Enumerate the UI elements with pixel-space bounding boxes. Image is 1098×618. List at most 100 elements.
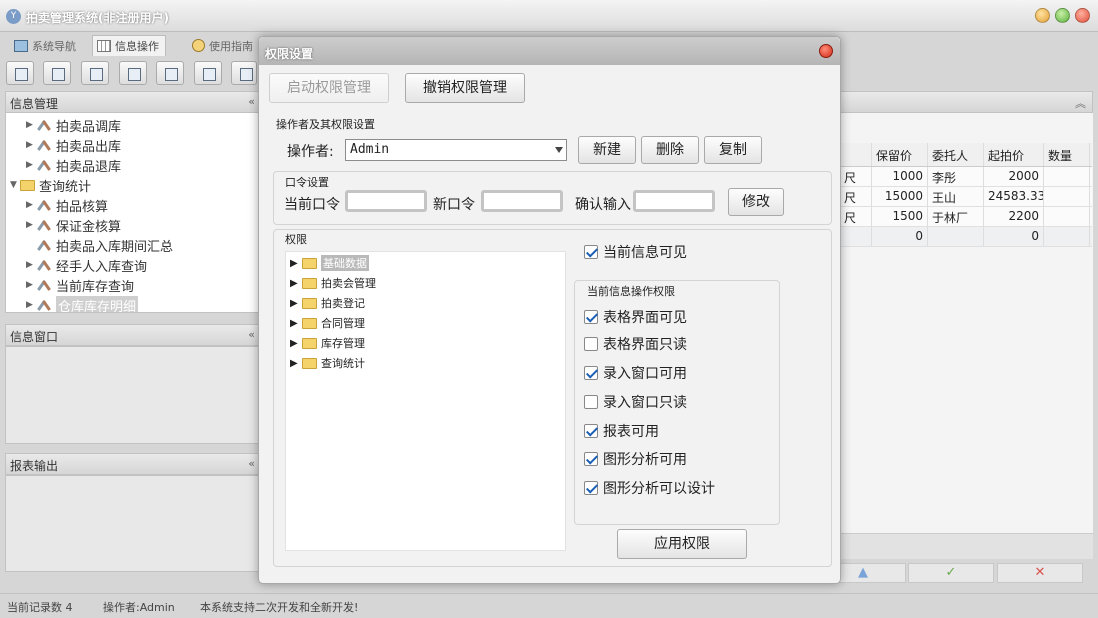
print-tool-button[interactable] — [231, 61, 257, 85]
op-checkbox[interactable]: 图形分析可以设计 — [584, 478, 715, 498]
table-row[interactable]: 尺 1500 于林厂 2200 — [840, 207, 1092, 227]
collapse-icon[interactable]: « — [248, 95, 255, 108]
info-tree: ▶ 拍卖品调库 ▶ 拍卖品出库 ▶ 拍卖品退库 ▼ 查询统计 ▶ 拍品核算 ▶ 保证金核算 … — [5, 112, 260, 313]
right-footer — [840, 533, 1093, 559]
expand-icon: ▶ — [26, 160, 33, 170]
copy-operator-button[interactable]: 复制 — [704, 136, 762, 164]
collapse-up-icon[interactable]: ︽ — [1075, 95, 1086, 111]
clock-icon — [192, 39, 205, 52]
tree-item[interactable]: ▶ 经手人入库查询 — [26, 256, 147, 275]
search-tool-button[interactable] — [6, 61, 34, 85]
op-checkbox[interactable]: 表格界面可见 — [584, 307, 687, 327]
tree-item[interactable]: ▶ 保证金核算 — [26, 216, 121, 235]
current-info-visible-checkbox[interactable]: 当前信息可见 — [584, 242, 687, 262]
folder-icon — [20, 179, 35, 191]
checkbox-unchecked-icon — [584, 337, 598, 351]
perm-tree-item[interactable]: ▶ 拍卖登记 — [290, 294, 365, 312]
delete-operator-button[interactable]: 删除 — [641, 136, 699, 164]
tree-item[interactable]: ▶ 拍卖品调库 — [26, 116, 121, 135]
revoke-permission-button[interactable]: 撤销权限管理 — [405, 73, 525, 103]
data-table: 保留价 委托人 起拍价 数量 尺 1000 李彤 2000 尺 15000 王山… — [840, 143, 1092, 247]
apply-permission-button[interactable]: 应用权限 — [617, 529, 747, 559]
tab-info-ops[interactable]: 信息操作 — [92, 35, 166, 56]
tree-item[interactable]: ▶ 拍卖品退库 — [26, 156, 121, 175]
table-row[interactable]: 尺 1000 李彤 2000 — [840, 167, 1092, 187]
perm-tree-item[interactable]: ▶ 查询统计 — [290, 354, 365, 372]
ops-group-label: 当前信息操作权限 — [587, 285, 675, 298]
list-tool-button[interactable] — [43, 61, 71, 85]
tools-icon — [38, 119, 52, 131]
current-password-input[interactable] — [345, 190, 427, 212]
tree-item[interactable]: ▶ 仓库库存明细 — [26, 295, 139, 312]
dialog-close-button[interactable] — [819, 44, 833, 58]
status-bar: 当前记录数 4 操作者:Admin 本系统支持二次开发和全新开发! — [0, 593, 1098, 618]
expand-icon: ▶ — [290, 337, 298, 349]
expand-icon: ▶ — [26, 260, 33, 270]
enable-permission-button[interactable]: 启动权限管理 — [269, 73, 389, 103]
tab-user-guide[interactable]: 使用指南 — [188, 35, 259, 56]
operator-label: 操作者: — [287, 144, 334, 160]
tree-item[interactable]: ▶ 当前库存查询 — [26, 276, 134, 295]
tree-item[interactable]: ▼ 查询统计 — [10, 176, 91, 195]
tools-icon — [38, 259, 52, 271]
table-row[interactable]: 0 0 — [840, 227, 1092, 247]
password-group-label: 口令设置 — [285, 176, 329, 189]
window-tool-button[interactable] — [156, 61, 184, 85]
table-row[interactable]: 尺 15000 王山 24583.33 — [840, 187, 1092, 207]
folder-icon — [302, 337, 317, 349]
folder-icon — [302, 317, 317, 329]
app-logo-icon: Y — [6, 9, 21, 24]
checkbox-checked-icon — [584, 366, 598, 380]
op-checkbox[interactable]: 表格界面只读 — [584, 334, 687, 354]
permission-dialog: 权限设置 启动权限管理 撤销权限管理 操作者及其权限设置 操作者: Admin … — [258, 36, 841, 584]
document-tool-button[interactable] — [81, 61, 109, 85]
info-window-area — [5, 346, 260, 444]
op-checkbox[interactable]: 图形分析可用 — [584, 449, 687, 469]
perm-tree-item[interactable]: ▶ 库存管理 — [290, 334, 365, 352]
expand-icon: ▶ — [26, 220, 33, 230]
tree-item[interactable]: ▶ 拍卖品出库 — [26, 136, 121, 155]
edit-tool-button[interactable] — [119, 61, 147, 85]
right-panel-header: ︽ — [840, 91, 1093, 113]
folder-icon — [302, 297, 317, 309]
tree-item[interactable]: ▶ 拍品核算 — [26, 196, 108, 215]
new-operator-button[interactable]: 新建 — [578, 136, 636, 164]
expand-icon: ▶ — [26, 120, 33, 130]
check-icon[interactable]: ✓ — [908, 563, 994, 583]
confirm-password-input[interactable] — [633, 190, 715, 212]
modify-password-button[interactable]: 修改 — [728, 188, 784, 216]
collapse-icon[interactable]: « — [248, 457, 255, 470]
perm-tree-item[interactable]: ▶ 基础数据 — [290, 254, 369, 272]
perm-tree-item[interactable]: ▶ 合同管理 — [290, 314, 365, 332]
export-tool-button[interactable] — [194, 61, 222, 85]
tab-system-nav[interactable]: 系统导航 — [10, 35, 82, 56]
expand-icon: ▶ — [290, 257, 298, 269]
tree-item[interactable]: 拍卖品入库期间汇总 — [26, 236, 173, 255]
checkbox-checked-icon — [584, 310, 598, 324]
close-button[interactable] — [1075, 8, 1090, 23]
x-icon[interactable]: ✕ — [997, 563, 1083, 583]
monitor-icon — [14, 39, 28, 52]
minimize-button[interactable] — [1035, 8, 1050, 23]
expand-icon: ▶ — [290, 317, 298, 329]
info-mgmt-header: 信息管理 « — [5, 91, 260, 113]
collapse-icon[interactable]: « — [248, 328, 255, 341]
op-checkbox[interactable]: 录入窗口只读 — [584, 392, 687, 412]
collapse-tree-icon: ▼ — [10, 180, 17, 190]
permission-group-label: 权限 — [285, 233, 307, 246]
checkbox-unchecked-icon — [584, 395, 598, 409]
perm-tree-item[interactable]: ▶ 拍卖会管理 — [290, 274, 376, 292]
maximize-button[interactable] — [1055, 8, 1070, 23]
permission-tree: ▶ 基础数据 ▶ 拍卖会管理 ▶ 拍卖登记 ▶ 合同管理 ▶ 库存管理 ▶ 查询统计 — [285, 251, 566, 551]
report-output-header: 报表输出 « — [5, 453, 260, 475]
table-header: 保留价 委托人 起拍价 数量 — [840, 143, 1092, 167]
operator-select[interactable]: Admin — [345, 139, 567, 161]
checkbox-checked-icon — [584, 424, 598, 438]
op-checkbox[interactable]: 录入窗口可用 — [584, 363, 687, 383]
new-password-input[interactable] — [481, 190, 563, 212]
checkbox-checked-icon — [584, 452, 598, 466]
tools-icon — [38, 239, 52, 251]
tools-icon — [38, 219, 52, 231]
op-checkbox[interactable]: 报表可用 — [584, 421, 659, 441]
folder-icon — [302, 357, 317, 369]
